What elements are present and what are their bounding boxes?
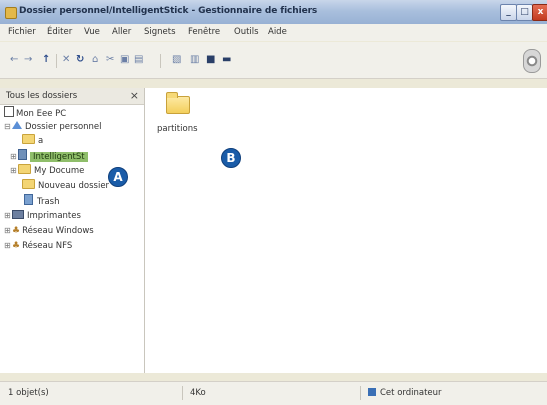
expand-icon[interactable]: ⊞ bbox=[10, 164, 18, 178]
network-icon: ♣ bbox=[12, 241, 21, 251]
title-bar[interactable]: Dossier personnel/IntelligentStick - Ges… bbox=[0, 0, 547, 25]
menu-vue[interactable]: Vue bbox=[84, 27, 100, 37]
computer-icon bbox=[4, 106, 14, 117]
status-bar: 1 objet(s) 4Ko Cet ordinateur bbox=[0, 381, 547, 405]
minimize-button[interactable]: _ bbox=[500, 4, 517, 21]
menu-signets[interactable]: Signets bbox=[144, 27, 176, 37]
marker-b: B bbox=[221, 148, 241, 168]
close-icon[interactable]: × bbox=[130, 89, 139, 102]
expand-icon[interactable]: ⊞ bbox=[4, 209, 12, 223]
status-separator bbox=[182, 386, 183, 400]
home-icon[interactable]: ⌂ bbox=[92, 54, 98, 66]
home-icon bbox=[12, 121, 22, 129]
reload-icon[interactable]: ↻ bbox=[76, 54, 84, 66]
tree-label: Réseau Windows bbox=[22, 226, 94, 236]
tree-item-trash[interactable]: Trash bbox=[24, 194, 59, 208]
copy-icon[interactable]: ▣ bbox=[120, 54, 129, 66]
gear-icon[interactable] bbox=[523, 49, 541, 73]
window-title: Dossier personnel/IntelligentStick - Ges… bbox=[19, 6, 318, 16]
paste-icon[interactable]: ▤ bbox=[134, 54, 143, 66]
marker-a: A bbox=[108, 167, 128, 187]
tree-label: Trash bbox=[37, 197, 60, 207]
tree-label: Imprimantes bbox=[27, 211, 81, 221]
status-location-label: Cet ordinateur bbox=[380, 388, 442, 398]
menu-bar: Fichier Éditer Vue Aller Signets Fenêtre… bbox=[0, 24, 547, 41]
computer-icon bbox=[368, 388, 376, 396]
status-location: Cet ordinateur bbox=[368, 388, 442, 398]
tree-item-reseau-nfs[interactable]: ⊞♣ Réseau NFS bbox=[4, 239, 72, 253]
toolbar-separator bbox=[56, 54, 57, 68]
folder-icon bbox=[5, 7, 17, 19]
file-item-label[interactable]: partitions bbox=[157, 124, 198, 134]
toolbar-separator bbox=[160, 54, 161, 68]
tree-label: Nouveau dossier bbox=[38, 181, 110, 191]
close-button[interactable]: x bbox=[532, 4, 547, 21]
folder-icon[interactable] bbox=[166, 92, 190, 114]
network-icon: ♣ bbox=[12, 226, 21, 236]
maximize-button[interactable]: □ bbox=[516, 4, 533, 21]
sidebar-header: Tous les dossiers × bbox=[0, 88, 144, 105]
folder-icon bbox=[22, 134, 35, 144]
status-size: 4Ko bbox=[190, 388, 206, 398]
tree-item-nouveau-dossier[interactable]: Nouveau dossier bbox=[22, 179, 109, 193]
tree-item-imprimantes[interactable]: ⊞ Imprimantes bbox=[4, 209, 81, 223]
tree-item-mon-eee-pc[interactable]: Mon Eee PC bbox=[4, 106, 66, 120]
menu-editer[interactable]: Éditer bbox=[47, 27, 72, 37]
menu-outils[interactable]: Outils bbox=[234, 27, 259, 37]
folder-icon bbox=[22, 179, 35, 189]
trash-icon bbox=[24, 194, 33, 205]
properties-icon[interactable]: ▧ bbox=[172, 54, 181, 66]
sidebar-title: Tous les dossiers bbox=[6, 91, 78, 101]
tree-item-a[interactable]: a bbox=[22, 134, 43, 148]
file-manager-window: Dossier personnel/IntelligentStick - Ges… bbox=[0, 0, 547, 405]
tree-label: My Docume bbox=[34, 166, 85, 176]
back-icon[interactable]: ← bbox=[10, 54, 18, 66]
toolbar: ← → ↑ ✕ ↻ ⌂ ✂ ▣ ▤ ▧ ▥ ■ ▬ bbox=[0, 42, 547, 79]
tree-item-intelligentstick[interactable]: ⊞ IntelligentSt bbox=[10, 149, 88, 163]
view-icon-2[interactable]: ■ bbox=[206, 54, 215, 66]
view-icon[interactable]: ▥ bbox=[190, 54, 199, 66]
forward-icon[interactable]: → bbox=[24, 54, 32, 66]
sidebar: Tous les dossiers × Mon Eee PC ⊟ Dossier … bbox=[0, 88, 145, 373]
tree-item-my-documents[interactable]: ⊞ My Docume bbox=[10, 164, 84, 178]
file-view[interactable] bbox=[145, 88, 547, 373]
tree-label: Réseau NFS bbox=[22, 241, 73, 251]
expand-icon[interactable]: ⊞ bbox=[10, 150, 18, 164]
printer-icon bbox=[12, 210, 24, 219]
folder-icon bbox=[18, 164, 31, 174]
status-count: 1 objet(s) bbox=[8, 388, 49, 398]
tree-label: IntelligentSt bbox=[30, 152, 88, 162]
tree-item-dossier-personnel[interactable]: ⊟ Dossier personnel bbox=[4, 120, 102, 134]
tree-item-reseau-windows[interactable]: ⊞♣ Réseau Windows bbox=[4, 224, 94, 238]
status-separator bbox=[360, 386, 361, 400]
expand-icon[interactable]: ⊞ bbox=[4, 239, 12, 253]
tree-label: Mon Eee PC bbox=[16, 109, 67, 119]
tree-label: Dossier personnel bbox=[25, 122, 102, 132]
menu-aide[interactable]: Aide bbox=[268, 27, 287, 37]
menu-aller[interactable]: Aller bbox=[112, 27, 131, 37]
usb-drive-icon bbox=[18, 149, 27, 160]
up-icon[interactable]: ↑ bbox=[42, 54, 50, 66]
menu-fenetre[interactable]: Fenêtre bbox=[188, 27, 220, 37]
menu-fichier[interactable]: Fichier bbox=[8, 27, 36, 37]
view-icon-3[interactable]: ▬ bbox=[222, 54, 231, 66]
collapse-icon[interactable]: ⊟ bbox=[4, 120, 12, 134]
cut-icon[interactable]: ✂ bbox=[106, 54, 114, 66]
stop-icon[interactable]: ✕ bbox=[62, 54, 70, 66]
expand-icon[interactable]: ⊞ bbox=[4, 224, 12, 238]
tree-label: a bbox=[38, 136, 44, 146]
